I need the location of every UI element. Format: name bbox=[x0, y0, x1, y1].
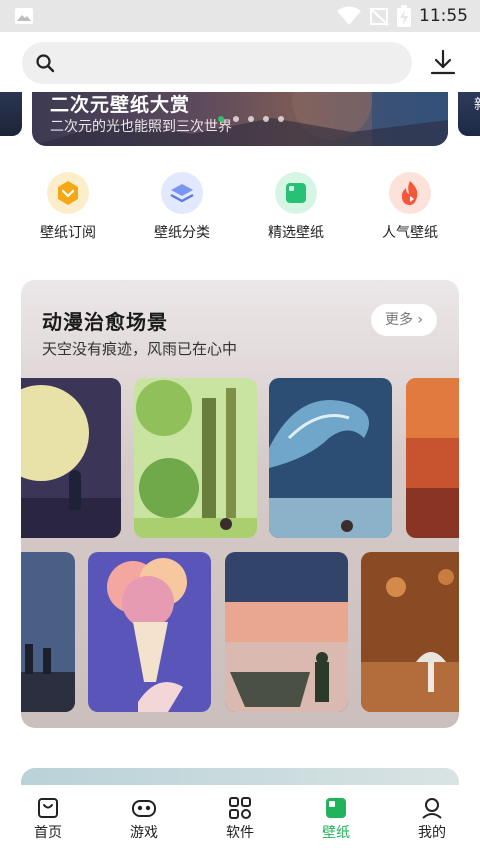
category-layers-icon bbox=[161, 172, 203, 214]
no-sim-icon bbox=[369, 7, 389, 26]
banner-dot[interactable] bbox=[263, 116, 269, 122]
bottom-tab-bar: 首页 游戏 软件 壁纸 我的 bbox=[0, 785, 480, 853]
more-button[interactable]: 更多 › bbox=[371, 304, 437, 336]
tab-games[interactable]: 游戏 bbox=[96, 785, 192, 853]
banner-next-peek-text: 新 bbox=[474, 94, 480, 114]
featured-wallpaper-icon bbox=[275, 172, 317, 214]
home-icon bbox=[38, 798, 58, 818]
wallpaper-thumb-night-couple[interactable] bbox=[21, 552, 75, 712]
banner-dot[interactable] bbox=[233, 116, 239, 122]
more-label: 更多 bbox=[384, 312, 413, 328]
banner-subtitle: 二次元的光也能照到三次世界 bbox=[50, 119, 232, 135]
tab-label: 游戏 bbox=[130, 825, 158, 841]
profile-icon bbox=[422, 798, 442, 819]
banner-title: 二次元壁纸大赏 bbox=[50, 94, 191, 116]
status-bar: 11:55 bbox=[0, 0, 480, 32]
banner-dot[interactable] bbox=[278, 116, 284, 122]
quick-nav-label: 精选壁纸 bbox=[268, 225, 324, 241]
quick-nav-featured[interactable]: 精选壁纸 bbox=[246, 172, 346, 242]
quick-nav-label: 壁纸订阅 bbox=[40, 225, 96, 241]
tab-apps[interactable]: 软件 bbox=[192, 785, 288, 853]
battery-charging-icon bbox=[397, 5, 411, 27]
chevron-right-icon: › bbox=[417, 312, 424, 328]
flame-icon bbox=[389, 172, 431, 214]
subscribe-icon bbox=[47, 172, 89, 214]
search-icon bbox=[36, 54, 55, 73]
banner-dot[interactable] bbox=[248, 116, 254, 122]
tab-profile[interactable]: 我的 bbox=[384, 785, 480, 853]
quick-nav-category[interactable]: 壁纸分类 bbox=[132, 172, 232, 242]
tab-label: 我的 bbox=[418, 825, 446, 841]
download-icon[interactable] bbox=[428, 48, 458, 78]
tab-home[interactable]: 首页 bbox=[0, 785, 96, 853]
quick-nav-popular[interactable]: 人气壁纸 bbox=[360, 172, 460, 242]
quick-nav-label: 壁纸分类 bbox=[154, 225, 210, 241]
tab-label: 软件 bbox=[226, 825, 254, 841]
image-icon bbox=[15, 8, 33, 24]
quick-nav-label: 人气壁纸 bbox=[382, 225, 438, 241]
wallpaper-thumb-moon-night[interactable] bbox=[21, 378, 121, 538]
wallpaper-icon bbox=[326, 798, 346, 818]
wallpaper-thumb-red-sunset[interactable] bbox=[406, 378, 459, 538]
collection-subtitle: 天空没有痕迹，风雨已在心中 bbox=[42, 340, 238, 358]
tab-label: 壁纸 bbox=[322, 825, 350, 841]
apps-grid-icon bbox=[229, 797, 251, 819]
tab-label: 首页 bbox=[34, 825, 62, 841]
banner-dot[interactable] bbox=[218, 116, 224, 122]
wallpaper-thumb-ocean-wave[interactable] bbox=[269, 378, 392, 538]
search-input[interactable] bbox=[22, 42, 412, 84]
tab-wallpaper[interactable]: 壁纸 bbox=[288, 785, 384, 853]
banner-next-peek[interactable]: 新 bbox=[458, 92, 480, 136]
status-time: 11:55 bbox=[419, 6, 468, 26]
wallpaper-thumb-boat-sunset[interactable] bbox=[225, 552, 348, 712]
collection-card[interactable]: 动漫治愈场景 天空没有痕迹，风雨已在心中 更多 › bbox=[21, 280, 459, 728]
wallpaper-thumb-green-forest[interactable] bbox=[134, 378, 257, 538]
wallpaper-thumb-umbrella-girl[interactable] bbox=[361, 552, 459, 712]
wifi-icon bbox=[337, 6, 361, 25]
wallpaper-thumb-ice-cream-cloud[interactable] bbox=[88, 552, 211, 712]
collection-title: 动漫治愈场景 bbox=[42, 310, 168, 334]
quick-nav-subscribe[interactable]: 壁纸订阅 bbox=[18, 172, 118, 242]
banner-pagination bbox=[218, 116, 284, 124]
banner-prev-peek[interactable] bbox=[0, 92, 22, 136]
gamepad-icon bbox=[132, 800, 156, 817]
